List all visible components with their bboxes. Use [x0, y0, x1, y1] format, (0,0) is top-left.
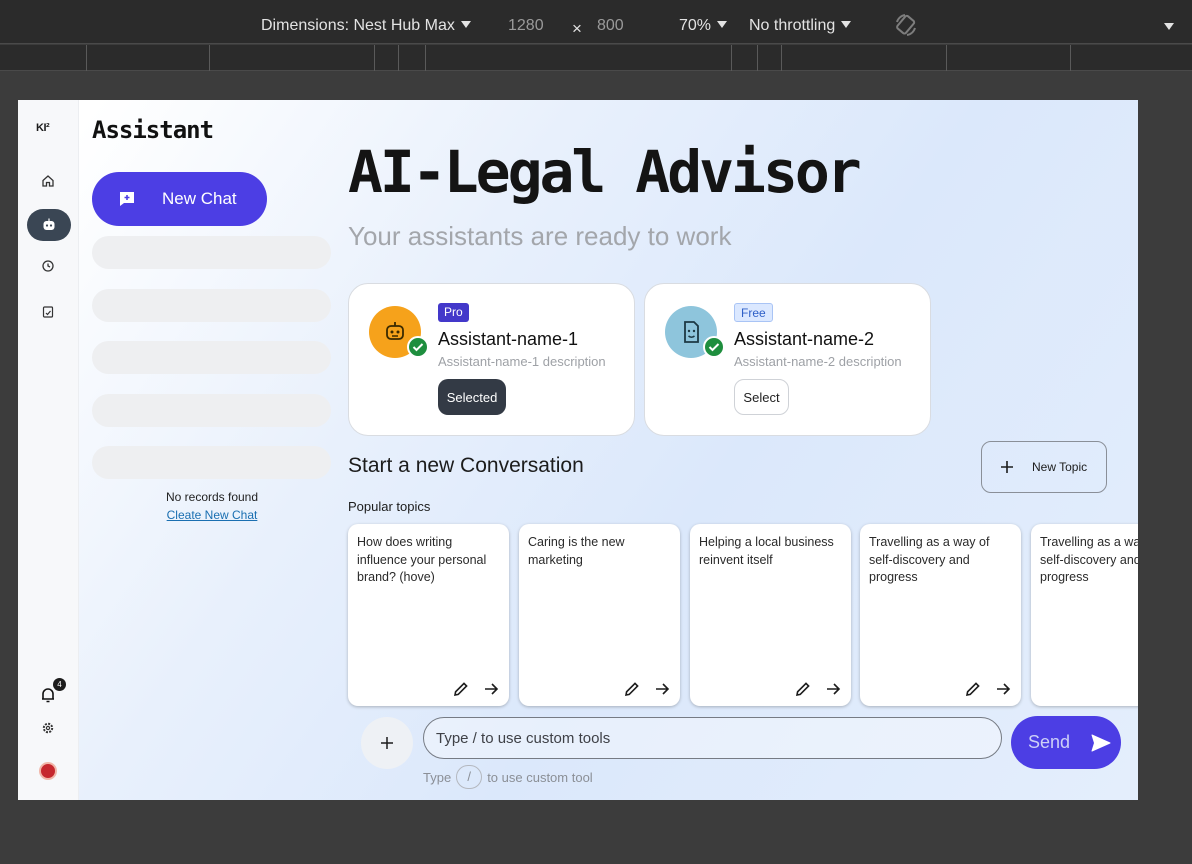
topic-text: Helping a local business reinvent itself: [699, 535, 834, 567]
start-conversation-heading: Start a new Conversation: [348, 454, 584, 477]
pencil-icon[interactable]: [794, 680, 812, 698]
topic-text: Travelling as a way of self-discovery an…: [1040, 535, 1138, 584]
new-chat-label: New Chat: [162, 189, 237, 208]
assistant-selected-button[interactable]: Selected: [438, 379, 506, 415]
history-icon[interactable]: [35, 253, 61, 279]
bot-icon[interactable]: [27, 209, 71, 241]
document-check-icon[interactable]: [35, 299, 61, 325]
send-icon: [1091, 734, 1111, 751]
plus-icon: [1001, 461, 1013, 473]
app-logo: KI²: [36, 122, 50, 134]
assistant-name: Assistant-name-2: [734, 329, 875, 349]
topic-card[interactable]: Travelling as a way of self-discovery an…: [860, 524, 1021, 706]
chat-input[interactable]: [423, 717, 1002, 759]
device-dimensions-label: Dimensions: Nest Hub Max: [261, 17, 455, 34]
chat-list-skeleton: [92, 446, 331, 479]
sidebar: Assistant New Chat No records found Clea…: [92, 100, 332, 800]
plan-badge: Free: [734, 303, 773, 322]
zoom-dropdown[interactable]: 70%: [679, 17, 728, 35]
home-icon[interactable]: [35, 168, 61, 194]
viewport-width-input[interactable]: 1280: [508, 17, 544, 35]
new-chat-button[interactable]: New Chat: [92, 172, 267, 226]
new-chat-icon: [120, 192, 134, 206]
popular-topics-label: Popular topics: [348, 499, 431, 514]
attach-button[interactable]: [361, 717, 413, 769]
rotate-icon[interactable]: [894, 12, 918, 43]
page-title: AI-Legal Advisor: [348, 138, 862, 206]
plus-icon: [381, 737, 393, 749]
pencil-icon[interactable]: [452, 680, 470, 698]
verified-check-icon: [407, 336, 429, 358]
arrow-right-icon[interactable]: [994, 680, 1012, 698]
chat-list-skeleton: [92, 289, 331, 322]
arrow-right-icon[interactable]: [482, 680, 500, 698]
new-topic-label: New Topic: [1032, 460, 1088, 474]
empty-state-text: No records found: [165, 490, 259, 504]
throttling-label: No throttling: [749, 17, 836, 34]
topic-card[interactable]: Helping a local business reinvent itself: [690, 524, 851, 706]
topic-text: How does writing influence your personal…: [357, 535, 487, 584]
topic-card[interactable]: Caring is the new marketing: [519, 524, 680, 706]
assistant-card[interactable]: Free Assistant-name-2 Assistant-name-2 d…: [644, 283, 931, 436]
chevron-down-icon: [460, 21, 471, 28]
hint-prefix: Type: [423, 769, 452, 785]
hint-suffix: to use custom tool: [487, 769, 593, 785]
pencil-icon[interactable]: [964, 680, 982, 698]
verified-check-icon: [703, 336, 725, 358]
new-topic-button[interactable]: New Topic: [981, 441, 1107, 493]
notification-badge: 4: [53, 678, 66, 691]
more-options-icon[interactable]: [1158, 19, 1174, 37]
app-viewport: KI² 4 Assistant New Chat No records foun…: [18, 100, 1138, 800]
topic-card[interactable]: How does writing influence your personal…: [348, 524, 509, 706]
pencil-icon[interactable]: [623, 680, 641, 698]
chat-list-skeleton: [92, 394, 331, 427]
create-chat-link[interactable]: Cleate New Chat: [92, 508, 332, 522]
sidebar-brand: Assistant: [92, 116, 214, 144]
viewport-height-input[interactable]: 800: [597, 17, 624, 35]
nav-rail: KI² 4: [18, 100, 79, 800]
composer-hint: Type / to use custom tool: [423, 765, 593, 789]
assistant-description: Assistant-name-2 description: [734, 354, 902, 369]
main-content: AI-Legal Advisor Your assistants are rea…: [348, 100, 1138, 800]
chevron-down-icon: [841, 21, 852, 28]
plan-badge: Pro: [438, 303, 469, 322]
gear-icon[interactable]: [35, 715, 61, 741]
chevron-down-icon: [717, 21, 728, 28]
assistant-description: Assistant-name-1 description: [438, 354, 606, 369]
avatar[interactable]: [39, 762, 57, 780]
assistant-card[interactable]: Pro Assistant-name-1 Assistant-name-1 de…: [348, 283, 635, 436]
assistant-name: Assistant-name-1: [438, 329, 579, 349]
devtools-device-toolbar: Dimensions: Nest Hub Max 1280 × 800 70% …: [0, 0, 1192, 44]
topic-text: Caring is the new marketing: [528, 535, 625, 567]
chat-list-skeleton: [92, 341, 331, 374]
topic-card[interactable]: Travelling as a way of self-discovery an…: [1031, 524, 1138, 706]
devtools-media-ruler: [0, 45, 1192, 71]
assistant-select-button[interactable]: Select: [734, 379, 789, 415]
send-label: Send: [1028, 732, 1071, 752]
device-dimensions-dropdown[interactable]: Dimensions: Nest Hub Max: [261, 17, 471, 35]
topic-text: Travelling as a way of self-discovery an…: [869, 535, 990, 584]
dimension-separator: ×: [572, 19, 582, 38]
arrow-right-icon[interactable]: [653, 680, 671, 698]
chat-list-skeleton: [92, 236, 331, 269]
throttling-dropdown[interactable]: No throttling: [749, 17, 852, 35]
zoom-label: 70%: [679, 17, 712, 34]
page-subtitle: Your assistants are ready to work: [348, 221, 732, 251]
slash-key: /: [456, 765, 483, 789]
arrow-right-icon[interactable]: [824, 680, 842, 698]
send-button[interactable]: Send: [1011, 716, 1121, 769]
